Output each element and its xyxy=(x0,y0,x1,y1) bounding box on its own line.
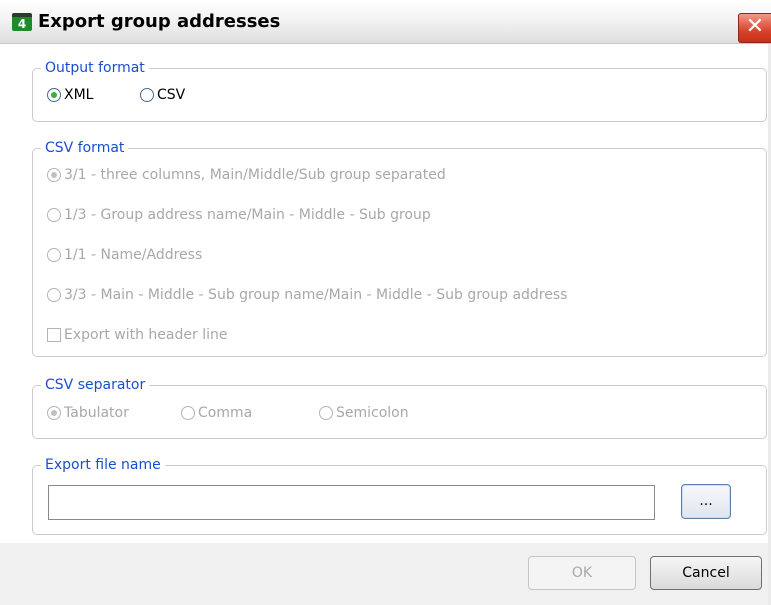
ok-button[interactable]: OK xyxy=(528,556,636,590)
export-file-legend: Export file name xyxy=(41,456,165,474)
separator-semicolon-label: Semicolon xyxy=(336,405,409,421)
output-format-group: Output format XML CSV xyxy=(32,59,767,122)
separator-tabulator-label: Tabulator xyxy=(64,405,129,421)
cancel-button[interactable]: Cancel xyxy=(650,556,762,590)
csv-format-radio-3-1[interactable] xyxy=(47,168,61,182)
csv-format-radio-3-3[interactable] xyxy=(47,288,61,302)
separator-comma-radio[interactable] xyxy=(181,406,195,420)
separator-tabulator-option[interactable]: Tabulator xyxy=(47,405,129,421)
csv-format-radio-1-1[interactable] xyxy=(47,248,61,262)
csv-format-group: CSV format 3/1 - three columns, Main/Mid… xyxy=(32,139,767,357)
export-header-line-option[interactable]: Export with header line xyxy=(47,327,227,343)
export-header-line-checkbox[interactable] xyxy=(47,328,61,342)
csv-label: CSV xyxy=(157,87,186,103)
output-format-csv-option[interactable]: CSV xyxy=(140,87,185,103)
csv-format-option-3-3[interactable]: 3/3 - Main - Middle - Sub group name/Mai… xyxy=(47,287,567,303)
csv-format-label-1-3: 1/3 - Group address name/Main - Middle -… xyxy=(64,207,431,223)
separator-semicolon-option[interactable]: Semicolon xyxy=(319,405,409,421)
window-title: Export group addresses xyxy=(38,11,281,32)
export-header-line-label: Export with header line xyxy=(64,327,228,343)
csv-format-label-1-1: 1/1 - Name/Address xyxy=(64,247,203,263)
csv-separator-legend: CSV separator xyxy=(41,376,150,394)
app-icon-glyph: 4 xyxy=(17,17,27,31)
separator-comma-option[interactable]: Comma xyxy=(181,405,252,421)
csv-format-label-3-1: 3/1 - three columns, Main/Middle/Sub gro… xyxy=(64,167,446,183)
separator-semicolon-radio[interactable] xyxy=(319,406,333,420)
export-file-name-input[interactable] xyxy=(48,485,655,520)
csv-radio[interactable] xyxy=(140,88,154,102)
csv-separator-group: CSV separator Tabulator Comma Semicolon xyxy=(32,376,767,439)
separator-comma-label: Comma xyxy=(198,405,253,421)
close-icon: ✕ xyxy=(745,14,765,39)
csv-format-option-3-1[interactable]: 3/1 - three columns, Main/Middle/Sub gro… xyxy=(47,167,446,183)
csv-format-option-1-1[interactable]: 1/1 - Name/Address xyxy=(47,247,202,263)
csv-format-option-1-3[interactable]: 1/3 - Group address name/Main - Middle -… xyxy=(47,207,431,223)
separator-tabulator-radio[interactable] xyxy=(47,406,61,420)
close-button[interactable]: ✕ xyxy=(738,13,771,43)
title-bar[interactable]: 4 Export group addresses ✕ xyxy=(0,0,771,44)
csv-format-label-3-3: 3/3 - Main - Middle - Sub group name/Mai… xyxy=(64,287,568,303)
csv-format-legend: CSV format xyxy=(41,139,129,157)
xml-label: XML xyxy=(64,87,94,103)
xml-radio[interactable] xyxy=(47,88,61,102)
csv-format-radio-1-3[interactable] xyxy=(47,208,61,222)
output-format-legend: Output format xyxy=(41,59,149,77)
browse-button[interactable]: ... xyxy=(681,484,731,519)
app-icon: 4 xyxy=(12,13,32,31)
output-format-xml-option[interactable]: XML xyxy=(47,87,93,103)
